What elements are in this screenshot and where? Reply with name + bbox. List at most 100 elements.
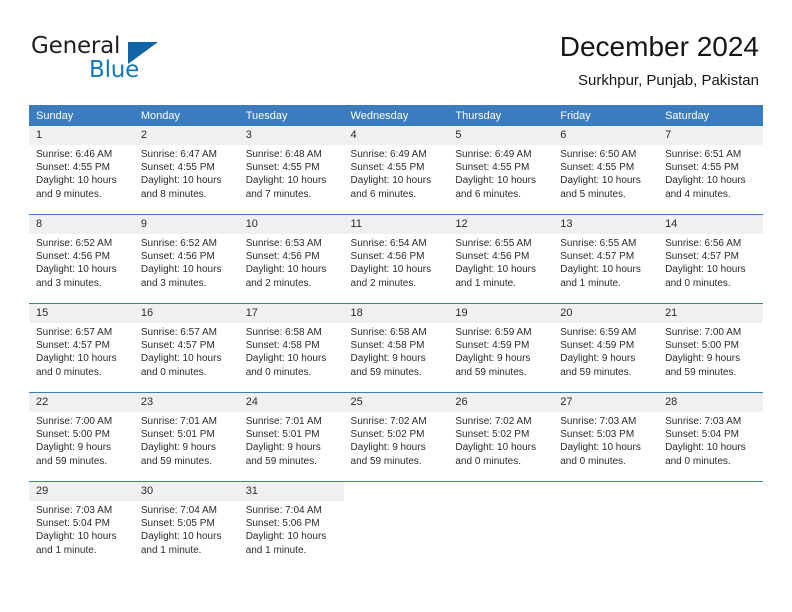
calendar-day-cell[interactable]: 26 Sunrise: 7:02 AM Sunset: 5:02 PM Dayligh… [448,392,554,482]
calendar-day-cell[interactable]: 21 Sunrise: 7:00 AM Sunset: 5:00 PM Dayligh… [658,303,763,393]
calendar-day-cell[interactable]: 23 Sunrise: 7:01 AM Sunset: 5:01 PM Dayligh… [133,392,239,482]
calendar-day-cell[interactable]: 5 Sunrise: 6:49 AM Sunset: 4:55 PM Daylight… [448,126,554,215]
sunset-line: Sunset: 4:58 PM [245,340,320,352]
day-info: Sunrise: 6:55 AM Sunset: 4:56 PM Daylight:… [448,234,553,290]
day-info: Sunrise: 7:00 AM Sunset: 5:00 PM Daylight:… [658,323,763,379]
calendar-day-cell[interactable]: 28 Sunrise: 7:03 AM Sunset: 5:04 PM Dayligh… [658,392,763,482]
day-cell-inner: 16 Sunrise: 6:57 AM Sunset: 4:57 PM Dayligh… [133,304,239,392]
sunset-line: Sunset: 5:02 PM [350,429,425,441]
calendar-day-cell[interactable]: 7 Sunrise: 6:51 AM Sunset: 4:55 PM Daylight… [658,126,763,215]
calendar-day-cell[interactable]: 27 Sunrise: 7:03 AM Sunset: 5:03 PM Dayligh… [553,392,659,482]
day-cell-inner [343,482,449,570]
day-cell-inner: 10 Sunrise: 6:53 AM Sunset: 4:56 PM Dayligh… [238,215,344,303]
daylight-line: Daylight: 10 hours [36,264,117,276]
calendar-day-cell[interactable]: 22 Sunrise: 7:00 AM Sunset: 5:00 PM Dayligh… [29,392,134,482]
daylight-line: and 0 minutes. [36,366,102,378]
sunset-line: Sunset: 4:56 PM [350,251,425,263]
calendar-day-cell[interactable]: 13 Sunrise: 6:55 AM Sunset: 4:57 PM Dayligh… [553,214,659,304]
day-number: 16 [133,304,239,323]
daylight-line: and 3 minutes. [36,277,102,289]
calendar-day-cell[interactable]: 11 Sunrise: 6:54 AM Sunset: 4:56 PM Dayligh… [343,214,449,304]
sunset-line: Sunset: 4:57 PM [36,340,110,352]
calendar-table: Sunday Monday Tuesday Wednesday Thursday Frid… [29,105,763,570]
day-number: 23 [133,393,239,412]
calendar-day-cell[interactable]: 17 Sunrise: 6:58 AM Sunset: 4:58 PM Dayligh… [238,303,344,393]
day-info [553,501,658,504]
calendar-day-cell[interactable]: 3 Sunrise: 6:48 AM Sunset: 4:55 PM Daylight… [238,126,344,215]
day-info: Sunrise: 6:57 AM Sunset: 4:57 PM Daylight:… [134,323,239,379]
daylight-line: Daylight: 9 hours [36,442,112,454]
calendar-day-cell[interactable]: 20 Sunrise: 6:59 AM Sunset: 4:59 PM Dayligh… [553,303,659,393]
day-cell-inner: 18 Sunrise: 6:58 AM Sunset: 4:58 PM Dayligh… [343,304,449,392]
day-info [344,501,449,504]
sunset-line: Sunset: 4:59 PM [455,340,530,352]
calendar-day-cell[interactable]: 2 Sunrise: 6:47 AM Sunset: 4:55 PM Daylight… [133,126,239,215]
daylight-line: and 59 minutes. [245,455,317,467]
sunrise-line: Sunrise: 6:49 AM [455,149,532,160]
sunset-line: Sunset: 5:05 PM [140,518,215,530]
daylight-line: and 0 minutes. [140,366,207,378]
calendar-day-cell[interactable]: 24 Sunrise: 7:01 AM Sunset: 5:01 PM Dayligh… [238,392,344,482]
day-info: Sunrise: 7:03 AM Sunset: 5:04 PM Daylight:… [29,501,134,557]
sunset-line: Sunset: 4:56 PM [455,251,530,263]
calendar-day-cell[interactable]: 8 Sunrise: 6:52 AM Sunset: 4:56 PM Daylight… [29,214,134,304]
day-cell-inner: 24 Sunrise: 7:01 AM Sunset: 5:01 PM Dayligh… [238,393,344,481]
day-number: 2 [133,126,239,145]
day-cell-inner: 28 Sunrise: 7:03 AM Sunset: 5:04 PM Dayligh… [658,393,763,481]
calendar-day-cell[interactable]: 31 Sunrise: 7:04 AM Sunset: 5:06 PM Dayligh… [238,481,344,570]
calendar-day-cell[interactable]: 6 Sunrise: 6:50 AM Sunset: 4:55 PM Daylight… [553,126,659,215]
daylight-line: and 59 minutes. [350,455,422,467]
calendar-day-cell[interactable]: 15 Sunrise: 6:57 AM Sunset: 4:57 PM Dayligh… [29,303,134,393]
sunrise-line: Sunrise: 6:48 AM [245,149,322,160]
calendar-day-cell[interactable]: 4 Sunrise: 6:49 AM Sunset: 4:55 PM Daylight… [343,126,449,215]
calendar-day-cell[interactable]: 19 Sunrise: 6:59 AM Sunset: 4:59 PM Dayligh… [448,303,554,393]
calendar-day-cell[interactable]: 1 Sunrise: 6:46 AM Sunset: 4:55 PM Daylight… [29,126,134,215]
calendar-day-cell[interactable]: 9 Sunrise: 6:52 AM Sunset: 4:56 PM Daylight… [133,214,239,304]
calendar-body: 1 Sunrise: 6:46 AM Sunset: 4:55 PM Daylight… [29,126,763,570]
day-info: Sunrise: 7:04 AM Sunset: 5:06 PM Daylight:… [239,501,344,557]
daylight-line: and 2 minutes. [245,277,312,289]
day-number: 4 [343,126,449,145]
calendar-day-cell[interactable]: 16 Sunrise: 6:57 AM Sunset: 4:57 PM Dayligh… [133,303,239,393]
sunrise-line: Sunrise: 6:55 AM [560,238,637,249]
day-cell-inner [448,482,554,570]
daylight-line: and 7 minutes. [245,188,312,200]
daylight-line: Daylight: 10 hours [560,264,641,276]
day-info: Sunrise: 6:58 AM Sunset: 4:58 PM Daylight:… [239,323,344,379]
day-info: Sunrise: 7:02 AM Sunset: 5:02 PM Daylight:… [448,412,553,468]
daylight-line: and 1 minute. [36,544,97,556]
calendar-day-cell[interactable]: 18 Sunrise: 6:58 AM Sunset: 4:58 PM Dayligh… [343,303,449,393]
sunrise-line: Sunrise: 6:53 AM [245,238,322,249]
sunrise-line: Sunrise: 7:00 AM [36,416,113,427]
daylight-line: and 9 minutes. [36,188,102,200]
sunset-line: Sunset: 5:04 PM [665,429,739,441]
calendar-day-cell[interactable]: 10 Sunrise: 6:53 AM Sunset: 4:56 PM Dayligh… [238,214,344,304]
calendar-header-row: Sunday Monday Tuesday Wednesday Thursday Frid… [29,105,763,126]
sunrise-line: Sunrise: 6:57 AM [140,327,217,338]
daylight-line: and 8 minutes. [140,188,207,200]
calendar-day-cell[interactable]: 14 Sunrise: 6:56 AM Sunset: 4:57 PM Dayligh… [658,214,763,304]
day-info: Sunrise: 6:59 AM Sunset: 4:59 PM Daylight:… [448,323,553,379]
day-number: 29 [29,482,134,501]
calendar-empty-cell [343,481,449,570]
sunset-line: Sunset: 4:57 PM [665,251,739,263]
day-info: Sunrise: 7:03 AM Sunset: 5:04 PM Daylight:… [658,412,763,468]
sunset-line: Sunset: 4:55 PM [350,162,425,174]
day-number [448,482,554,501]
sunset-line: Sunset: 5:00 PM [36,429,110,441]
daylight-line: and 3 minutes. [140,277,207,289]
day-number [343,482,449,501]
day-cell-inner: 7 Sunrise: 6:51 AM Sunset: 4:55 PM Daylight… [658,126,763,214]
calendar-day-cell[interactable]: 30 Sunrise: 7:04 AM Sunset: 5:05 PM Dayligh… [133,481,239,570]
day-cell-inner: 15 Sunrise: 6:57 AM Sunset: 4:57 PM Dayligh… [29,304,134,392]
calendar-day-cell[interactable]: 29 Sunrise: 7:03 AM Sunset: 5:04 PM Dayligh… [29,481,134,570]
sunrise-line: Sunrise: 7:03 AM [560,416,637,427]
day-number: 28 [658,393,763,412]
day-info: Sunrise: 7:03 AM Sunset: 5:03 PM Daylight:… [553,412,658,468]
day-cell-inner [553,482,659,570]
calendar-day-cell[interactable]: 25 Sunrise: 7:02 AM Sunset: 5:02 PM Dayligh… [343,392,449,482]
day-cell-inner: 23 Sunrise: 7:01 AM Sunset: 5:01 PM Dayligh… [133,393,239,481]
calendar-day-cell[interactable]: 12 Sunrise: 6:55 AM Sunset: 4:56 PM Dayligh… [448,214,554,304]
daylight-line: Daylight: 10 hours [350,264,432,276]
sunrise-line: Sunrise: 7:03 AM [36,505,113,516]
